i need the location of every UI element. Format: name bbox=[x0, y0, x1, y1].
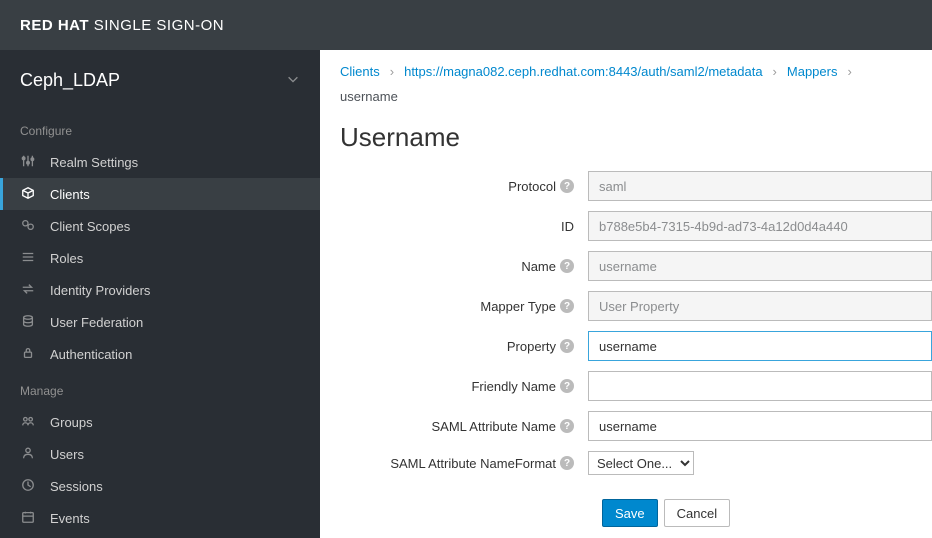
sidebar-item-sessions[interactable]: Sessions bbox=[0, 470, 320, 502]
list-icon bbox=[20, 250, 36, 267]
sidebar-item-label: Identity Providers bbox=[50, 283, 150, 298]
sidebar-item-label: Users bbox=[50, 447, 84, 462]
sidebar: Ceph_LDAP Configure Realm Settings Clien… bbox=[0, 50, 320, 538]
cube-icon bbox=[20, 186, 36, 203]
label-mapper-type: Mapper Type bbox=[480, 299, 556, 314]
label-protocol: Protocol bbox=[508, 179, 556, 194]
help-icon[interactable]: ? bbox=[560, 259, 574, 273]
sidebar-item-user-federation[interactable]: User Federation bbox=[0, 306, 320, 338]
help-icon[interactable]: ? bbox=[560, 179, 574, 193]
breadcrumb-current: username bbox=[340, 89, 398, 104]
row-protocol: Protocol ? bbox=[340, 171, 932, 201]
name-field bbox=[588, 251, 932, 281]
section-manage: Manage bbox=[0, 370, 320, 406]
label-saml-attr-name: SAML Attribute Name bbox=[431, 419, 556, 434]
sidebar-item-label: Events bbox=[50, 511, 90, 526]
sidebar-item-label: Groups bbox=[50, 415, 93, 430]
lock-icon bbox=[20, 346, 36, 363]
scopes-icon bbox=[20, 218, 36, 235]
form-actions: Save Cancel bbox=[602, 499, 932, 527]
sidebar-item-users[interactable]: Users bbox=[0, 438, 320, 470]
exchange-icon bbox=[20, 282, 36, 299]
page-title: Username bbox=[320, 118, 932, 171]
help-icon[interactable]: ? bbox=[560, 379, 574, 393]
realm-selector[interactable]: Ceph_LDAP bbox=[0, 50, 320, 110]
cancel-button[interactable]: Cancel bbox=[664, 499, 730, 527]
id-field bbox=[588, 211, 932, 241]
sidebar-item-realm-settings[interactable]: Realm Settings bbox=[0, 146, 320, 178]
sidebar-item-label: Client Scopes bbox=[50, 219, 130, 234]
chevron-down-icon bbox=[286, 72, 300, 89]
row-saml-attr-name: SAML Attribute Name ? bbox=[340, 411, 932, 441]
row-id: ID bbox=[340, 211, 932, 241]
label-property: Property bbox=[507, 339, 556, 354]
sidebar-item-label: User Federation bbox=[50, 315, 143, 330]
help-icon[interactable]: ? bbox=[560, 419, 574, 433]
property-field[interactable] bbox=[588, 331, 932, 361]
database-icon bbox=[20, 314, 36, 331]
app-header: RED HAT SINGLE SIGN-ON bbox=[0, 0, 932, 50]
sidebar-item-groups[interactable]: Groups bbox=[0, 406, 320, 438]
label-id: ID bbox=[561, 219, 574, 234]
sidebar-item-authentication[interactable]: Authentication bbox=[0, 338, 320, 370]
label-saml-attr-fmt: SAML Attribute NameFormat bbox=[390, 456, 556, 471]
friendly-name-field[interactable] bbox=[588, 371, 932, 401]
sidebar-item-identity-providers[interactable]: Identity Providers bbox=[0, 274, 320, 306]
breadcrumb-sep: › bbox=[773, 64, 777, 79]
mapper-form: Protocol ? ID Name ? Map bbox=[320, 171, 932, 538]
breadcrumb-sep: › bbox=[390, 64, 394, 79]
help-icon[interactable]: ? bbox=[560, 299, 574, 313]
user-icon bbox=[20, 446, 36, 463]
breadcrumb-clients[interactable]: Clients bbox=[340, 64, 380, 79]
main-layout: Ceph_LDAP Configure Realm Settings Clien… bbox=[0, 50, 932, 538]
sidebar-item-label: Clients bbox=[50, 187, 90, 202]
content: Clients › https://magna082.ceph.redhat.c… bbox=[320, 50, 932, 538]
brand-part1: RED HAT bbox=[20, 17, 89, 34]
sidebar-item-label: Sessions bbox=[50, 479, 103, 494]
realm-name: Ceph_LDAP bbox=[20, 70, 120, 91]
breadcrumb: Clients › https://magna082.ceph.redhat.c… bbox=[320, 50, 932, 118]
sidebar-item-client-scopes[interactable]: Client Scopes bbox=[0, 210, 320, 242]
sidebar-item-roles[interactable]: Roles bbox=[0, 242, 320, 274]
breadcrumb-client-url[interactable]: https://magna082.ceph.redhat.com:8443/au… bbox=[404, 64, 762, 79]
sidebar-item-clients[interactable]: Clients bbox=[0, 178, 320, 210]
breadcrumb-mappers[interactable]: Mappers bbox=[787, 64, 838, 79]
label-friendly-name: Friendly Name bbox=[471, 379, 556, 394]
clock-icon bbox=[20, 478, 36, 495]
row-friendly-name: Friendly Name ? bbox=[340, 371, 932, 401]
mapper-type-field bbox=[588, 291, 932, 321]
row-name: Name ? bbox=[340, 251, 932, 281]
help-icon[interactable]: ? bbox=[560, 456, 574, 470]
sidebar-item-events[interactable]: Events bbox=[0, 502, 320, 534]
sidebar-item-label: Roles bbox=[50, 251, 83, 266]
protocol-field bbox=[588, 171, 932, 201]
save-button[interactable]: Save bbox=[602, 499, 658, 527]
brand-part2: SINGLE SIGN-ON bbox=[89, 17, 224, 34]
section-configure: Configure bbox=[0, 110, 320, 146]
saml-attr-name-field[interactable] bbox=[588, 411, 932, 441]
group-icon bbox=[20, 414, 36, 431]
breadcrumb-sep: › bbox=[847, 64, 851, 79]
sliders-icon bbox=[20, 154, 36, 171]
label-name: Name bbox=[521, 259, 556, 274]
brand: RED HAT SINGLE SIGN-ON bbox=[20, 17, 224, 34]
sidebar-item-label: Realm Settings bbox=[50, 155, 138, 170]
row-mapper-type: Mapper Type ? bbox=[340, 291, 932, 321]
help-icon[interactable]: ? bbox=[560, 339, 574, 353]
saml-attr-fmt-select[interactable]: Select One... bbox=[588, 451, 694, 475]
sidebar-item-label: Authentication bbox=[50, 347, 132, 362]
calendar-icon bbox=[20, 510, 36, 527]
row-property: Property ? bbox=[340, 331, 932, 361]
row-saml-attr-fmt: SAML Attribute NameFormat ? Select One..… bbox=[340, 451, 932, 475]
